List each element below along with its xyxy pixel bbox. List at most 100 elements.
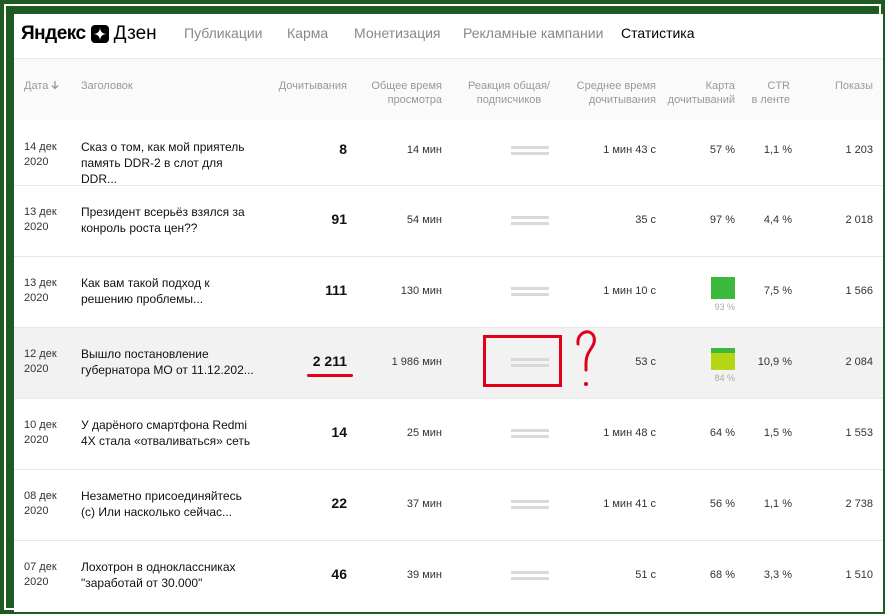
row-title-line1: Президент всерьёз взялся за <box>81 205 245 219</box>
row-title[interactable]: Как вам такой подход к решению проблемы..… <box>81 275 256 307</box>
read-map-percent: 93 % <box>714 302 735 312</box>
reaction-bar-bottom <box>511 506 549 509</box>
row-date: 14 дек 2020 <box>24 140 74 170</box>
col-reads[interactable]: Дочитывания <box>254 79 347 93</box>
row-reads: 111 <box>325 282 347 298</box>
row-date-day: 14 дек <box>24 141 57 153</box>
red-box-annotation <box>483 335 562 387</box>
row-title-line2: конроль роста цен?? <box>81 221 198 235</box>
table-row[interactable]: 13 дек 2020 Президент всерьёз взялся за ко… <box>14 186 883 257</box>
row-title-line1: Как вам такой подход к <box>81 276 210 290</box>
yandex-dzen-logo[interactable]: Яндекс Дзен <box>21 22 157 46</box>
col-avg-time[interactable]: Среднее время дочитывания <box>559 79 656 107</box>
row-title-line2: память DDR-2 в слот для DDR... <box>81 156 223 186</box>
col-date-label: Дата <box>24 80 49 92</box>
row-date: 13 дек 2020 <box>24 205 74 235</box>
stats-page: Яндекс Дзен Публикации Карма Монетизация… <box>14 14 883 612</box>
col-read-map-line1: Карта <box>705 80 735 92</box>
row-avg-time: 1 мин 41 с <box>603 498 656 510</box>
row-avg-time: 35 с <box>635 214 656 226</box>
row-title[interactable]: Вышло постановление губернатора МО от 11.… <box>81 346 256 378</box>
row-ctr: 10,9 % <box>757 356 792 368</box>
row-date-year: 2020 <box>24 292 49 304</box>
row-date-day: 08 дек <box>24 490 57 502</box>
row-reads: 91 <box>331 211 347 227</box>
row-total-time: 25 мин <box>406 427 442 439</box>
table-row[interactable]: 10 дек 2020 У дарёного смартфона Redmi 4X … <box>14 399 883 470</box>
row-date-year: 2020 <box>24 156 49 168</box>
outer-frame: Яндекс Дзен Публикации Карма Монетизация… <box>0 0 885 614</box>
row-date-year: 2020 <box>24 576 49 588</box>
col-read-map-line2: дочитываний <box>667 94 735 106</box>
nav-monetization[interactable]: Монетизация <box>354 25 441 41</box>
col-total-time-line2: просмотра <box>387 94 442 106</box>
sort-arrow-down-icon <box>51 81 59 90</box>
row-title-line1: Незаметно присоединяйтесь <box>81 489 242 503</box>
row-reads: 2 211 <box>312 353 347 369</box>
logo-yandex-text: Яндекс <box>21 23 86 44</box>
table-row[interactable]: 07 дек 2020 Лохотрон в одноклассниках "зар… <box>14 541 883 611</box>
row-date-day: 13 дек <box>24 277 57 289</box>
col-reaction-line2: подписчиков <box>476 94 542 106</box>
row-total-time: 54 мин <box>406 214 442 226</box>
col-ctr-line1: CTR <box>767 80 790 92</box>
nav-publications[interactable]: Публикации <box>184 25 262 41</box>
row-read-map: 56 % <box>709 498 735 510</box>
table-row[interactable]: 13 дек 2020 Как вам такой подход к решению… <box>14 257 883 328</box>
row-avg-time: 1 мин 43 с <box>603 144 656 156</box>
col-shows[interactable]: Показы <box>804 79 873 93</box>
reaction-bar-bottom <box>511 577 549 580</box>
row-date-day: 07 дек <box>24 561 57 573</box>
dzen-star-icon <box>90 25 109 43</box>
row-shows: 2 738 <box>845 498 873 510</box>
row-date-year: 2020 <box>24 363 49 375</box>
logo-dzen-text: Дзен <box>113 23 157 44</box>
reaction-bar-top <box>511 571 549 574</box>
row-total-time: 39 мин <box>406 569 442 581</box>
row-title-line1: Сказ о том, как мой приятель <box>81 140 245 154</box>
col-reaction[interactable]: Реакция общая/ подписчиков <box>459 79 559 107</box>
row-date-day: 13 дек <box>24 206 57 218</box>
row-title[interactable]: У дарёного смартфона Redmi 4X стала «отва… <box>81 417 256 449</box>
nav-ad-campaigns[interactable]: Рекламные кампании <box>463 25 603 41</box>
row-title[interactable]: Сказ о том, как мой приятель память DDR-2… <box>81 139 256 187</box>
col-date[interactable]: Дата <box>24 79 59 93</box>
row-title[interactable]: Лохотрон в одноклассниках "заработай от 3… <box>81 559 256 591</box>
col-total-time[interactable]: Общее время просмотра <box>354 79 442 107</box>
row-date: 10 дек 2020 <box>24 418 74 448</box>
col-title[interactable]: Заголовок <box>81 79 133 93</box>
col-reaction-line1: Реакция общая/ <box>468 80 550 92</box>
table-header: Дата Заголовок Дочитывания Общее время п… <box>14 59 883 128</box>
col-avg-time-line1: Среднее время <box>576 80 656 92</box>
row-total-time: 14 мин <box>406 144 442 156</box>
table-row[interactable]: 08 дек 2020 Незаметно присоединяйтесь (с) … <box>14 470 883 541</box>
row-ctr: 1,5 % <box>763 427 792 439</box>
read-map-box <box>711 277 735 299</box>
row-read-map: 68 % <box>709 569 735 581</box>
reaction-bar-top <box>511 216 549 219</box>
row-reads: 22 <box>331 495 347 511</box>
inner-frame: Яндекс Дзен Публикации Карма Монетизация… <box>4 4 883 612</box>
row-reads: 8 <box>339 141 347 157</box>
nav-karma[interactable]: Карма <box>287 25 328 41</box>
table-row-highlighted[interactable]: 12 дек 2020 Вышло постановление губернатор… <box>14 328 883 399</box>
row-title[interactable]: Незаметно присоединяйтесь (с) Или насколь… <box>81 488 256 520</box>
col-read-map[interactable]: Карта дочитываний <box>664 79 735 107</box>
nav-statistics[interactable]: Статистика <box>621 25 695 41</box>
row-date-day: 10 дек <box>24 419 57 431</box>
row-date-year: 2020 <box>24 434 49 446</box>
row-shows: 1 553 <box>845 427 873 439</box>
row-title[interactable]: Президент всерьёз взялся за конроль роста… <box>81 204 256 236</box>
red-question-mark-annotation <box>576 330 596 386</box>
row-shows: 2 018 <box>845 214 873 226</box>
row-date: 13 дек 2020 <box>24 276 74 306</box>
reaction-bar-top <box>511 146 549 149</box>
read-map-percent: 84 % <box>714 373 735 383</box>
read-map-box <box>711 348 735 370</box>
col-ctr[interactable]: CTR в ленте <box>744 79 790 107</box>
row-total-time: 1 986 мин <box>391 356 442 368</box>
table-row[interactable]: 14 дек 2020 Сказ о том, как мой приятель п… <box>14 120 883 186</box>
row-ctr: 1,1 % <box>763 498 792 510</box>
row-title-line2: 4X стала «отваливаться» сеть <box>81 434 251 448</box>
row-ctr: 3,3 % <box>763 569 792 581</box>
